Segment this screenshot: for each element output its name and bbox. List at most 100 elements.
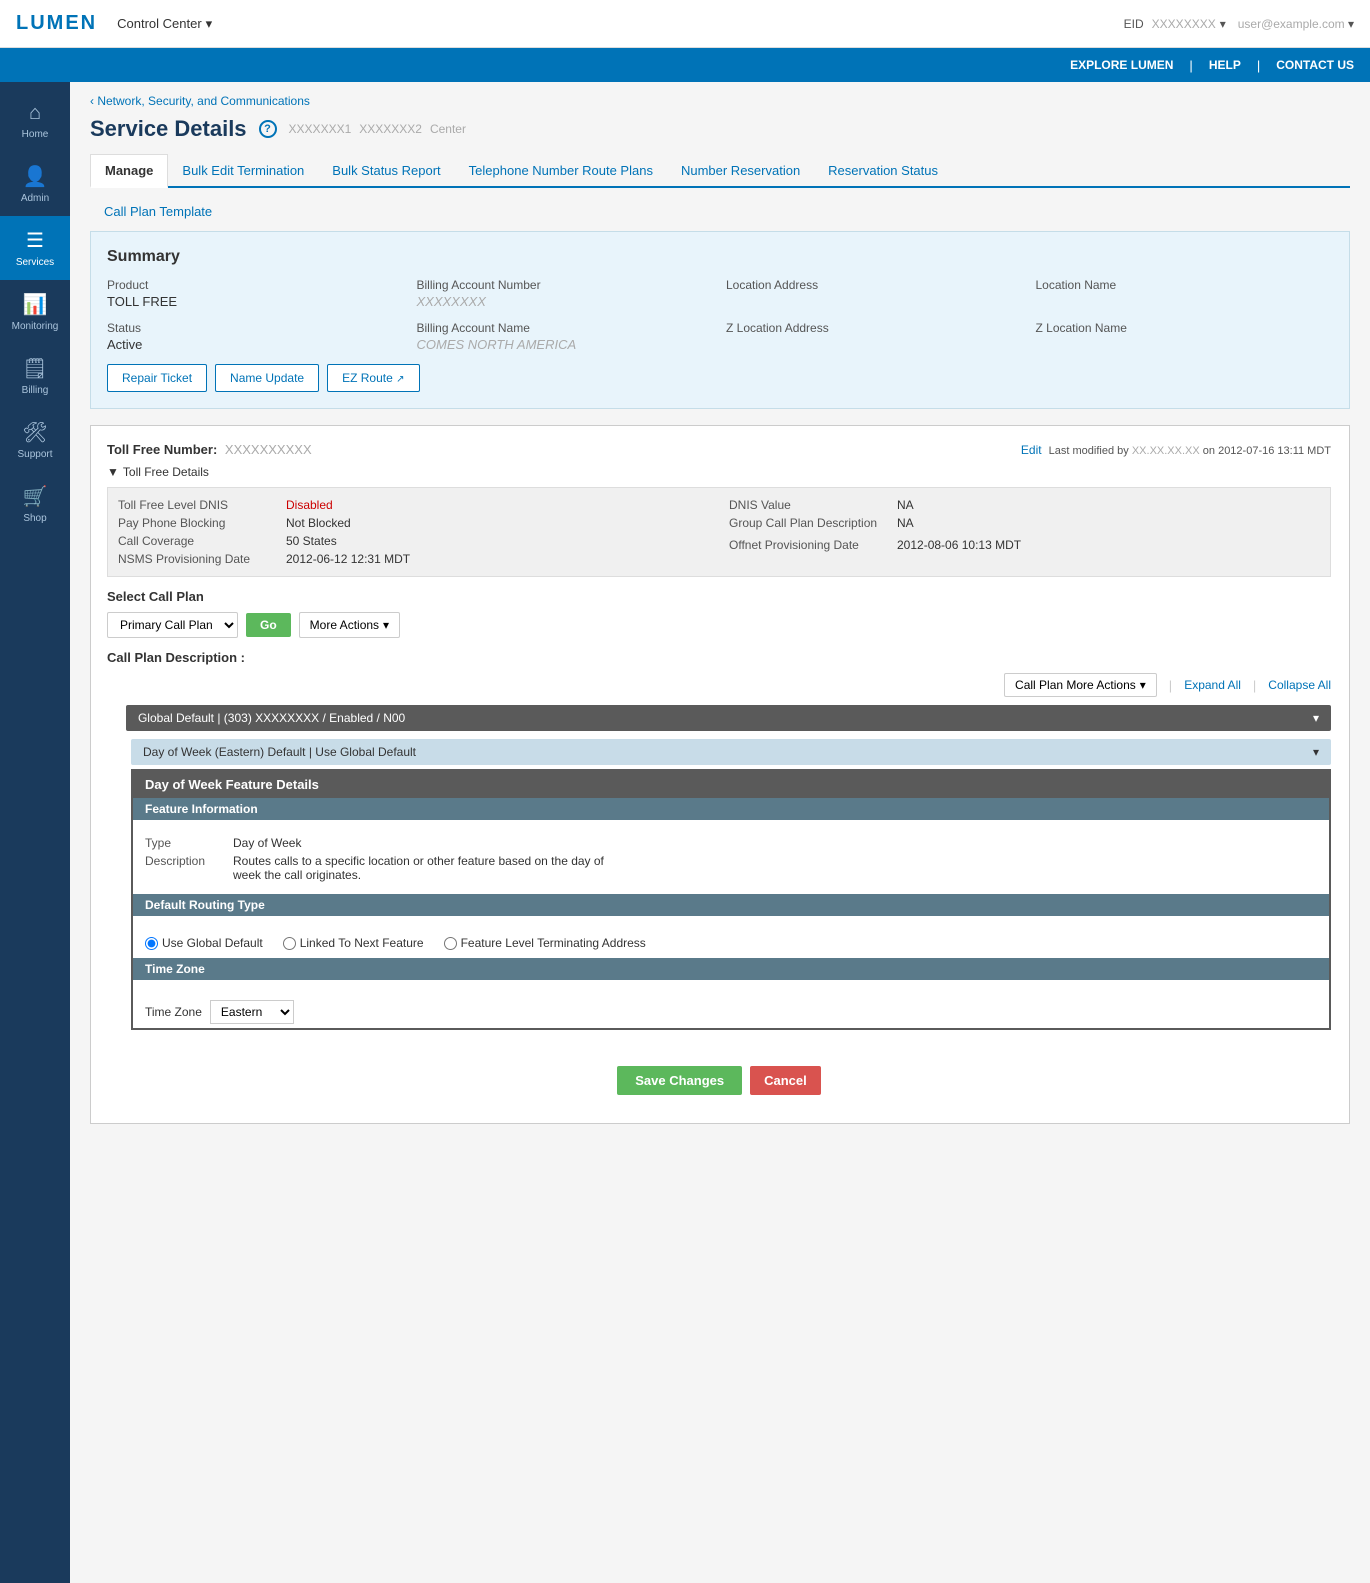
page-title: Service Details bbox=[90, 116, 247, 142]
control-center-button[interactable]: Control Center ▾ bbox=[117, 16, 212, 32]
billing-account-name-cell: Billing Account Name COMES NORTH AMERICA bbox=[417, 321, 715, 352]
top-bar-right: EID XXXXXXXX ▾ user@example.com ▾ bbox=[1124, 17, 1354, 31]
routing-section-title: Default Routing Type bbox=[133, 894, 1329, 916]
timezone-row: Time Zone Eastern Central Mountain Pacif… bbox=[145, 1000, 1317, 1024]
sidebar-item-home[interactable]: ⌂ Home bbox=[0, 90, 70, 152]
routing-option-feature-level[interactable]: Feature Level Terminating Address bbox=[444, 936, 646, 950]
feature-inner-scroll[interactable]: Feature Information Type Day of Week Des… bbox=[133, 798, 1329, 1028]
routing-radio-linked[interactable] bbox=[283, 937, 296, 950]
feature-details-box: Day of Week Feature Details Feature Info… bbox=[131, 769, 1331, 1030]
user-display: user@example.com ▾ bbox=[1238, 17, 1354, 31]
save-changes-button[interactable]: Save Changes bbox=[617, 1066, 742, 1095]
minus-icon[interactable]: ▪ bbox=[107, 712, 112, 728]
feature-desc-row: Description Routes calls to a specific l… bbox=[145, 854, 1317, 882]
services-icon: ☰ bbox=[26, 228, 44, 253]
dropdown-arrow-icon: ▾ bbox=[383, 618, 389, 632]
call-plan-more-actions-button[interactable]: Call Plan More Actions ▾ bbox=[1004, 673, 1157, 697]
feature-type-row: Type Day of Week bbox=[145, 836, 1317, 850]
timezone-select[interactable]: Eastern Central Mountain Pacific bbox=[210, 1000, 294, 1024]
tab-bulk-edit[interactable]: Bulk Edit Termination bbox=[168, 154, 318, 186]
main-tabs: Manage Bulk Edit Termination Bulk Status… bbox=[90, 154, 1350, 188]
routing-option-global[interactable]: Use Global Default bbox=[145, 936, 263, 950]
global-default-row: ▪ Global Default | (303) XXXXXXXX / Enab… bbox=[107, 705, 1331, 735]
sub-tab-call-plan-template[interactable]: Call Plan Template bbox=[90, 198, 226, 225]
tab-bulk-status[interactable]: Bulk Status Report bbox=[318, 154, 454, 186]
support-icon: 🛠 bbox=[22, 420, 47, 445]
page-content: ‹ Network, Security, and Communications … bbox=[70, 82, 1370, 1583]
explore-lumen-link[interactable]: EXPLORE LUMEN bbox=[1070, 58, 1173, 72]
collapse-all-link[interactable]: Collapse All bbox=[1268, 678, 1331, 692]
edit-link[interactable]: Edit bbox=[1021, 443, 1042, 457]
z-location-name-cell: Z Location Name bbox=[1036, 321, 1334, 352]
toll-free-header: Toll Free Number: XXXXXXXXXX Edit Last m… bbox=[107, 442, 1331, 457]
help-link[interactable]: HELP bbox=[1209, 58, 1241, 72]
separator-2: | bbox=[1253, 678, 1256, 693]
more-actions-button[interactable]: More Actions ▾ bbox=[299, 612, 400, 638]
sidebar-item-support[interactable]: 🛠 Support bbox=[0, 408, 70, 472]
feature-info-body: Type Day of Week Description Routes call… bbox=[133, 828, 1329, 894]
summary-actions: Repair Ticket Name Update EZ Route ↗ bbox=[107, 364, 1333, 392]
breadcrumb-arrow: ‹ bbox=[90, 94, 94, 108]
sidebar-item-shop[interactable]: 🛒 Shop bbox=[0, 472, 70, 536]
separator: | bbox=[1169, 678, 1172, 693]
feature-details-title: Day of Week Feature Details bbox=[133, 771, 1329, 798]
nav-separator-2: | bbox=[1257, 58, 1260, 73]
call-plan-dropdown-icon: ▾ bbox=[1140, 678, 1146, 692]
select-call-plan-section: Select Call Plan Primary Call Plan Go Mo… bbox=[107, 589, 1331, 638]
call-plan-controls: Primary Call Plan Go More Actions ▾ bbox=[107, 612, 1331, 638]
call-plan-select[interactable]: Primary Call Plan bbox=[107, 612, 238, 638]
sidebar-item-services[interactable]: ☰ Services bbox=[0, 216, 70, 280]
status-cell: Status Active bbox=[107, 321, 405, 352]
help-circle-icon[interactable]: ? bbox=[259, 120, 277, 138]
toll-free-details-grid: Toll Free Level DNIS Disabled Pay Phone … bbox=[107, 487, 1331, 577]
eid-chevron-icon: ▾ bbox=[1220, 17, 1226, 31]
page-title-ids: XXXXXXX1 XXXXXXX2 Center bbox=[289, 122, 466, 136]
sub-tabs: Call Plan Template bbox=[90, 200, 1350, 231]
cancel-main-button[interactable]: Cancel bbox=[750, 1066, 821, 1095]
shop-icon: 🛒 bbox=[23, 484, 48, 509]
sidebar-item-billing[interactable]: 🗒 Billing bbox=[0, 344, 70, 408]
details-toggle[interactable]: ▼ Toll Free Details bbox=[107, 465, 1331, 479]
global-default-bar[interactable]: Global Default | (303) XXXXXXXX / Enable… bbox=[126, 705, 1331, 731]
toll-free-modified: Edit Last modified by XX.XX.XX.XX on 201… bbox=[1021, 443, 1331, 457]
routing-option-linked[interactable]: Linked To Next Feature bbox=[283, 936, 424, 950]
z-location-address-cell: Z Location Address bbox=[726, 321, 1024, 352]
tab-telephone-route[interactable]: Telephone Number Route Plans bbox=[455, 154, 667, 186]
summary-grid: Product TOLL FREE Billing Account Number… bbox=[107, 278, 1333, 352]
go-button[interactable]: Go bbox=[246, 613, 291, 637]
routing-section: Use Global Default Linked To Next Featur… bbox=[133, 924, 1329, 958]
expand-all-link[interactable]: Expand All bbox=[1184, 678, 1241, 692]
ez-route-button[interactable]: EZ Route ↗ bbox=[327, 364, 419, 392]
tab-number-reservation[interactable]: Number Reservation bbox=[667, 154, 814, 186]
day-week-bar[interactable]: Day of Week (Eastern) Default | Use Glob… bbox=[131, 739, 1331, 765]
dnis-right-col: DNIS Value NA Group Call Plan Descriptio… bbox=[729, 498, 1320, 566]
repair-ticket-button[interactable]: Repair Ticket bbox=[107, 364, 207, 392]
name-update-button[interactable]: Name Update bbox=[215, 364, 319, 392]
nav-separator-1: | bbox=[1189, 58, 1192, 73]
toggle-arrow-icon: ▼ bbox=[107, 465, 119, 479]
sidebar-item-monitoring[interactable]: 📊 Monitoring bbox=[0, 280, 70, 344]
routing-radio-feature-level[interactable] bbox=[444, 937, 457, 950]
day-week-arrow-icon: ▾ bbox=[1313, 745, 1319, 759]
routing-radio-global[interactable] bbox=[145, 937, 158, 950]
call-plan-actions-row: Call Plan More Actions ▾ | Expand All | … bbox=[107, 673, 1331, 697]
home-icon: ⌂ bbox=[29, 102, 41, 125]
panel-scroll[interactable]: Toll Free Number: XXXXXXXXXX Edit Last m… bbox=[107, 442, 1333, 1107]
billing-icon: 🗒 bbox=[22, 356, 47, 381]
main-panel: Toll Free Number: XXXXXXXXXX Edit Last m… bbox=[90, 425, 1350, 1124]
contact-us-link[interactable]: CONTACT US bbox=[1276, 58, 1354, 72]
dnis-row: Toll Free Level DNIS Disabled Pay Phone … bbox=[118, 498, 709, 566]
breadcrumb[interactable]: ‹ Network, Security, and Communications bbox=[90, 94, 1350, 108]
billing-account-number-cell: Billing Account Number XXXXXXXX bbox=[417, 278, 715, 309]
location-address-cell: Location Address bbox=[726, 278, 1024, 309]
eid-display: EID XXXXXXXX ▾ bbox=[1124, 17, 1226, 31]
timezone-section-title: Time Zone bbox=[133, 958, 1329, 980]
external-link-icon: ↗ bbox=[396, 374, 404, 385]
timezone-section: Time Zone Eastern Central Mountain Pacif… bbox=[133, 988, 1329, 1028]
sidebar-item-admin[interactable]: 👤 Admin bbox=[0, 152, 70, 216]
user-chevron-icon: ▾ bbox=[1348, 17, 1354, 31]
tab-reservation-status[interactable]: Reservation Status bbox=[814, 154, 952, 186]
tab-manage[interactable]: Manage bbox=[90, 154, 168, 188]
global-default-arrow-icon: ▾ bbox=[1313, 711, 1319, 725]
routing-options: Use Global Default Linked To Next Featur… bbox=[145, 936, 1317, 950]
